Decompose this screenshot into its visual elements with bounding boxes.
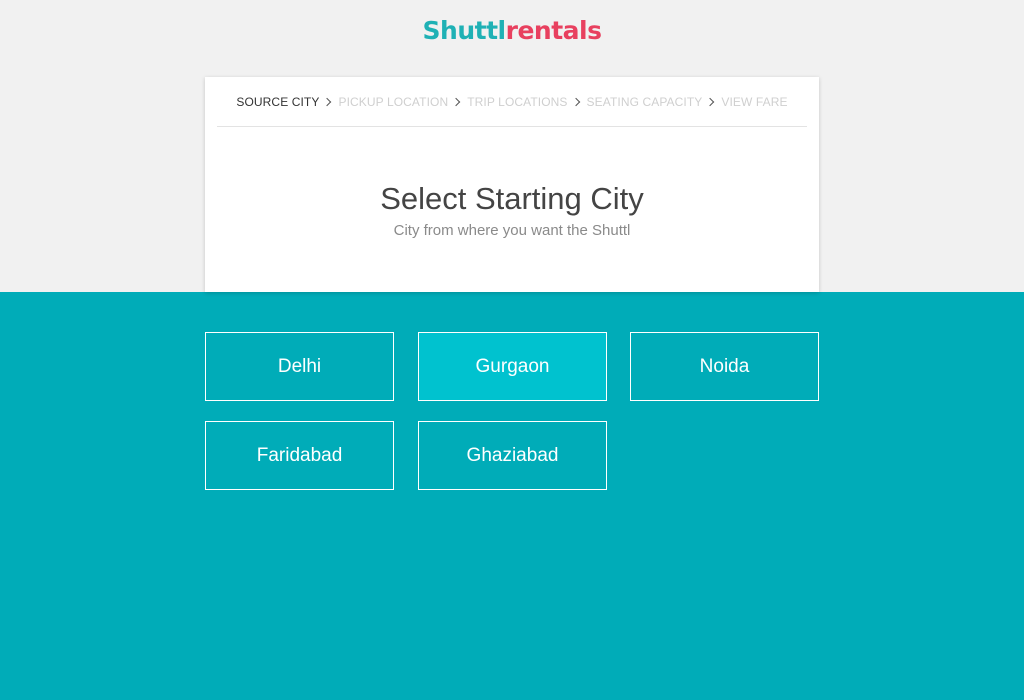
logo-part-rentals: rentals [505,16,602,45]
booking-steps-breadcrumb: SOURCE CITY PICKUP LOCATION TRIP LOCATIO… [217,77,807,127]
shuttl-rentals-logo[interactable]: Shuttlrentals [0,14,1024,48]
chevron-right-icon [451,97,461,106]
page-subtitle: City from where you want the Shuttl [393,222,631,239]
step-seating-capacity: SEATING CAPACITY [586,94,703,109]
step-pickup-location: PICKUP LOCATION [338,94,449,109]
city-button-noida[interactable]: Noida [630,332,819,401]
city-button-faridabad[interactable]: Faridabad [205,421,394,490]
logo-part-shuttl: Shuttl [422,16,507,45]
step-trip-locations: TRIP LOCATIONS [467,94,568,109]
city-button-delhi[interactable]: Delhi [205,332,394,401]
city-selection-card: SOURCE CITY PICKUP LOCATION TRIP LOCATIO… [205,77,819,292]
step-view-fare: VIEW FARE [721,94,788,109]
step-source-city[interactable]: SOURCE CITY [236,95,319,109]
city-button-ghaziabad[interactable]: Ghaziabad [418,421,607,490]
chevron-right-icon [706,97,715,106]
chevron-right-icon [571,97,580,106]
chevron-right-icon [323,97,332,106]
city-button-gurgaon[interactable]: Gurgaon [418,332,607,401]
page-title: Select Starting City [380,181,644,216]
